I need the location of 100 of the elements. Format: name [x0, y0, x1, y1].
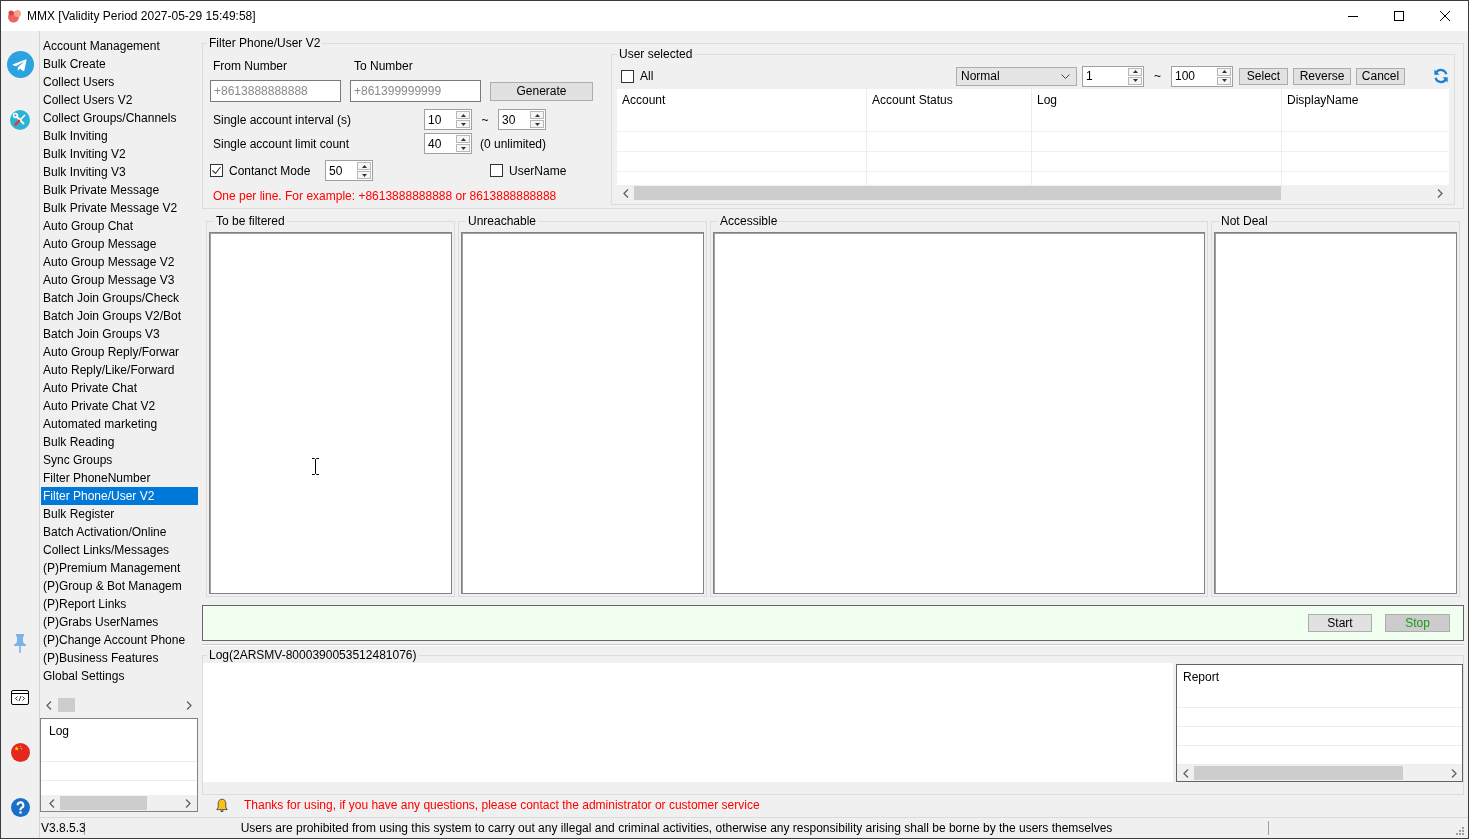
- generate-button[interactable]: Generate: [490, 81, 593, 101]
- sidebar-item[interactable]: Automated marketing: [41, 415, 198, 433]
- sidebar-item[interactable]: Auto Group Chat: [41, 217, 198, 235]
- status-message: Users are prohibited from using this system to carry out any illegal and criminal activities, otherwise any responsibility arising shall be borne by the users themselves: [240, 821, 1113, 835]
- scrollbar-thumb[interactable]: [634, 186, 1281, 200]
- sidebar-item[interactable]: Batch Join Groups/Check: [41, 289, 198, 307]
- sidebar-item[interactable]: Auto Group Message V3: [41, 271, 198, 289]
- sidebar-item[interactable]: (P)Premium Management: [41, 559, 198, 577]
- caret-down-icon: [1221, 79, 1227, 82]
- column-header: Report: [1182, 669, 1221, 686]
- sidebar-item[interactable]: (P)Group & Bot Managem: [41, 577, 198, 595]
- chevron-right-icon[interactable]: [185, 798, 191, 808]
- caret-up-icon: [460, 137, 466, 141]
- range-separator: ~: [480, 112, 490, 127]
- sidebar-item[interactable]: (P)Change Account Phone: [41, 631, 198, 649]
- chevron-left-icon[interactable]: [623, 188, 629, 198]
- spin-down-button[interactable]: [1128, 76, 1142, 85]
- sidebar-item[interactable]: (P)Business Features: [41, 649, 198, 667]
- minimize-icon: [1348, 15, 1358, 17]
- sidebar-item[interactable]: Filter PhoneNumber: [41, 469, 198, 487]
- chevron-right-icon[interactable]: [1451, 768, 1457, 778]
- help-icon[interactable]: [10, 798, 30, 817]
- sidebar-item[interactable]: Collect Users V2: [41, 91, 198, 109]
- sidebar-item[interactable]: Batch Join Groups V3: [41, 325, 198, 343]
- sidebar-item[interactable]: Bulk Private Message V2: [41, 199, 198, 217]
- code-window-icon[interactable]: [11, 690, 29, 705]
- spin-down-button[interactable]: [456, 144, 470, 152]
- column-header: Log: [1036, 92, 1059, 109]
- field-label: Single account interval (s): [212, 112, 353, 127]
- toolbar-button[interactable]: Reverse: [1293, 67, 1351, 85]
- action-button[interactable]: Start: [1308, 614, 1372, 632]
- sidebar-item[interactable]: Sync Groups: [41, 451, 198, 469]
- number-field[interactable]: 30: [498, 109, 546, 130]
- number-field[interactable]: 100: [1171, 65, 1233, 87]
- spin-down-button[interactable]: [357, 171, 371, 179]
- scrollbar-thumb[interactable]: [58, 698, 75, 712]
- resize-grip-icon[interactable]: [1456, 827, 1464, 835]
- sidebar-item[interactable]: Bulk Register: [41, 505, 198, 523]
- refresh-icon[interactable]: [1433, 68, 1449, 84]
- spin-up-button[interactable]: [456, 135, 470, 143]
- text-cursor-icon: [312, 458, 319, 475]
- sidebar-item[interactable]: Auto Private Chat: [41, 379, 198, 397]
- checkbox[interactable]: [621, 69, 634, 83]
- paper-plane-icon[interactable]: [6, 51, 34, 78]
- spin-up-button[interactable]: [1217, 67, 1231, 76]
- chevron-right-icon[interactable]: [186, 700, 192, 710]
- number-field[interactable]: 1: [1082, 65, 1144, 87]
- checkbox[interactable]: [490, 164, 503, 177]
- toolbar-button[interactable]: Cancel: [1356, 67, 1405, 85]
- group-title: Log(2ARSMV-8000390053512481076): [208, 648, 418, 662]
- sidebar-item[interactable]: Auto Reply/Like/Forward: [41, 361, 198, 379]
- spin-down-button[interactable]: [1217, 76, 1231, 85]
- sidebar-item[interactable]: Auto Group Reply/Forwar: [41, 343, 198, 361]
- sidebar-item[interactable]: Bulk Reading: [41, 433, 198, 451]
- sidebar-item[interactable]: (P)Grabs UserNames: [41, 613, 198, 631]
- sidebar-item[interactable]: Account Management: [41, 37, 198, 55]
- sidebar-item[interactable]: Auto Private Chat V2: [41, 397, 198, 415]
- chevron-left-icon[interactable]: [46, 700, 52, 710]
- sidebar-item[interactable]: Bulk Private Message: [41, 181, 198, 199]
- sidebar-item[interactable]: Global Settings: [41, 667, 198, 685]
- sidebar-item[interactable]: Filter Phone/User V2: [41, 487, 198, 505]
- scrollbar-thumb[interactable]: [1194, 766, 1403, 780]
- sidebar-item[interactable]: Bulk Inviting V2: [41, 145, 198, 163]
- number-field[interactable]: 10: [424, 109, 472, 130]
- sidebar-item[interactable]: Collect Links/Messages: [41, 541, 198, 559]
- version-label: V3.8.5.3: [41, 820, 86, 835]
- chevron-left-icon[interactable]: [1183, 768, 1189, 778]
- sidebar-item[interactable]: Collect Groups/Channels: [41, 109, 198, 127]
- from-number-field[interactable]: +8613888888888: [210, 80, 341, 102]
- flag-icon[interactable]: [10, 743, 30, 762]
- spin-down-button[interactable]: [530, 120, 544, 128]
- sidebar-item[interactable]: (P)Report Links: [41, 595, 198, 613]
- sidebar-item[interactable]: Auto Group Message: [41, 235, 198, 253]
- spin-up-button[interactable]: [357, 162, 371, 170]
- checkbox[interactable]: [210, 164, 223, 177]
- chevron-right-icon[interactable]: [1437, 188, 1443, 198]
- sidebar-item[interactable]: Auto Group Message V2: [41, 253, 198, 271]
- sidebar-item[interactable]: Bulk Create: [41, 55, 198, 73]
- caret-up-icon: [361, 164, 367, 168]
- sidebar-item[interactable]: Batch Activation/Online: [41, 523, 198, 541]
- sidebar-item[interactable]: Bulk Inviting V3: [41, 163, 198, 181]
- sidebar-item[interactable]: Bulk Inviting: [41, 127, 198, 145]
- tools-icon[interactable]: [10, 109, 30, 130]
- toolbar-button[interactable]: Select: [1239, 67, 1288, 85]
- scrollbar-thumb[interactable]: [60, 796, 147, 810]
- group-title: User selected: [618, 47, 694, 61]
- mode-dropdown[interactable]: Normal: [956, 66, 1077, 86]
- number-field[interactable]: 40: [424, 133, 472, 154]
- number-field[interactable]: 50: [325, 160, 373, 181]
- sidebar-item[interactable]: Collect Users: [41, 73, 198, 91]
- chevron-left-icon[interactable]: [49, 798, 55, 808]
- window-title: MMX [Validity Period 2027-05-29 15:49:58]: [27, 9, 256, 23]
- spin-down-button[interactable]: [456, 120, 470, 128]
- spin-up-button[interactable]: [456, 111, 470, 119]
- to-number-field[interactable]: +861399999999: [350, 80, 481, 102]
- range-separator: ~: [1153, 69, 1162, 83]
- group-title: Not Deal: [1220, 214, 1269, 228]
- sidebar-item[interactable]: Batch Join Groups V2/Bot: [41, 307, 198, 325]
- spin-up-button[interactable]: [530, 111, 544, 119]
- spin-up-button[interactable]: [1128, 67, 1142, 76]
